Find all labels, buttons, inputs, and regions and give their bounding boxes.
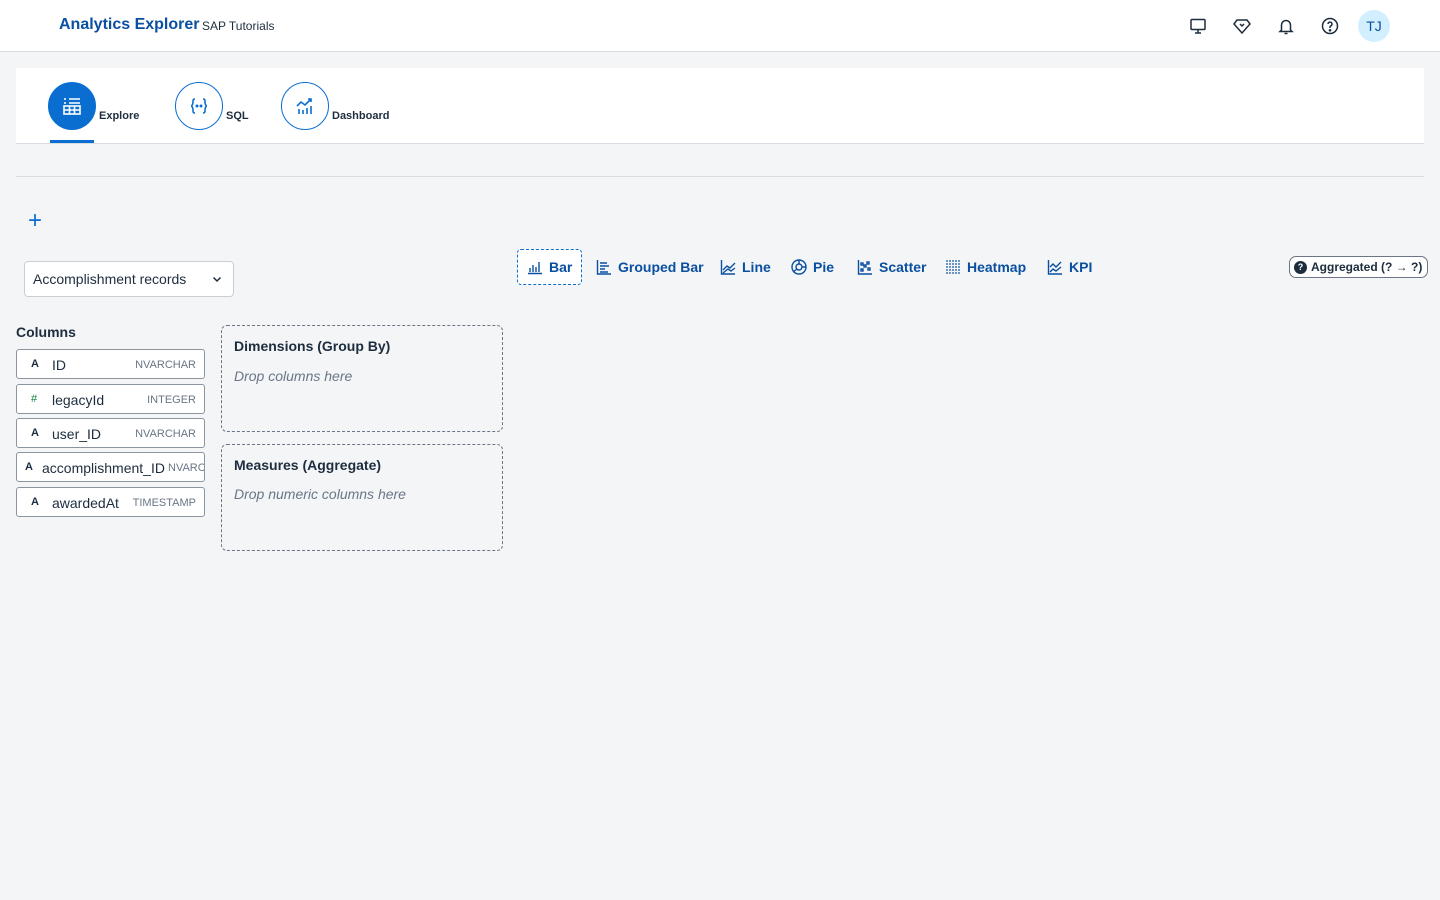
column-item[interactable]: A awardedAt TIMESTAMP [16,487,205,517]
aggregation-status-label: Aggregated (? → ?) [1311,260,1423,274]
table-list-icon [48,82,96,130]
column-datatype: TIMESTAMP [132,497,196,509]
column-name: accomplishment_ID [42,460,165,476]
column-item[interactable]: A accomplishment_ID NVARC [16,452,205,482]
datasource-selected-value: Accomplishment records [33,271,187,287]
dimensions-dropzone[interactable]: Dimensions (Group By) Drop columns here [221,325,503,432]
number-type-icon: # [31,393,38,405]
chart-type-label: Scatter [879,259,927,275]
chart-type-pie-button[interactable]: Pie [791,249,834,285]
grouped-bar-icon [596,260,611,275]
user-avatar[interactable]: TJ [1358,10,1390,42]
column-name: awardedAt [52,495,119,511]
chevron-down-icon [212,276,222,283]
tab-dashboard[interactable]: Dashboard [281,82,411,144]
chart-type-label: Heatmap [967,259,1027,275]
column-item[interactable]: A ID NVARCHAR [16,349,205,379]
chart-type-grouped-bar-button[interactable]: Grouped Bar [596,249,704,285]
chart-type-bar-button[interactable]: Bar [517,249,583,285]
column-name: ID [52,357,66,373]
chart-type-label: Pie [813,259,835,275]
tab-label: Explore [99,110,140,122]
measures-title: Measures (Aggregate) [234,457,382,473]
chart-type-line-button[interactable]: Line [720,249,771,285]
aggregation-status-badge[interactable]: ? Aggregated (? → ?) [1289,256,1429,278]
question-icon: ? [1294,260,1307,274]
tab-label: SQL [226,110,249,122]
app-subtitle: SAP Tutorials [202,19,275,33]
chart-type-label: Bar [549,259,573,275]
text-type-icon: A [31,496,39,508]
shell-bar: Analytics Explorer SAP Tutorials TJ [0,0,1440,52]
measures-dropzone[interactable]: Measures (Aggregate) Drop numeric column… [221,444,503,551]
divider [16,176,1424,177]
tab-sql[interactable]: SQL [175,82,265,144]
dimensions-title: Dimensions (Group By) [234,338,391,354]
active-tab-indicator [50,140,94,143]
tab-label: Dashboard [332,110,390,122]
text-type-icon: A [31,358,39,370]
column-item[interactable]: A user_ID NVARCHAR [16,418,205,448]
column-datatype: NVARCHAR [135,359,196,371]
bell-icon[interactable] [1272,12,1300,40]
column-datatype: NVARCHAR [135,428,196,440]
help-icon[interactable] [1316,12,1344,40]
display-icon[interactable] [1184,12,1212,40]
chart-type-scatter-button[interactable]: Scatter [857,249,926,285]
dimensions-hint: Drop columns here [234,368,353,384]
column-name: legacyId [52,392,105,408]
chart-type-label: Line [742,259,771,275]
column-item[interactable]: # legacyId INTEGER [16,384,205,414]
tab-explore[interactable]: Explore [48,82,158,144]
chart-type-label: KPI [1069,259,1093,275]
columns-title: Columns [16,324,76,340]
column-datatype: NVARC [168,462,205,474]
heatmap-icon [946,260,960,274]
text-type-icon: A [25,461,33,473]
line-icon [720,260,736,275]
chart-type-kpi-button[interactable]: KPI [1047,249,1092,285]
column-name: user_ID [52,426,102,442]
main-tabbar: Explore SQL Dashboard [16,68,1424,144]
bar-chart-icon [528,262,542,275]
app-title[interactable]: Analytics Explorer [59,16,200,34]
chart-type-label: Grouped Bar [618,259,704,275]
text-type-icon: A [31,427,39,439]
diamond-icon[interactable] [1228,12,1256,40]
kpi-icon [1047,260,1062,275]
add-icon[interactable]: + [24,207,46,234]
datasource-select[interactable]: Accomplishment records [24,261,234,297]
scatter-icon [857,260,872,275]
chart-type-heatmap-button[interactable]: Heatmap [945,249,1026,285]
line-chart-icon [281,82,329,130]
measures-hint: Drop numeric columns here [234,486,406,502]
code-braces-icon [175,82,223,130]
column-datatype: INTEGER [147,394,196,406]
pie-icon [791,259,807,275]
